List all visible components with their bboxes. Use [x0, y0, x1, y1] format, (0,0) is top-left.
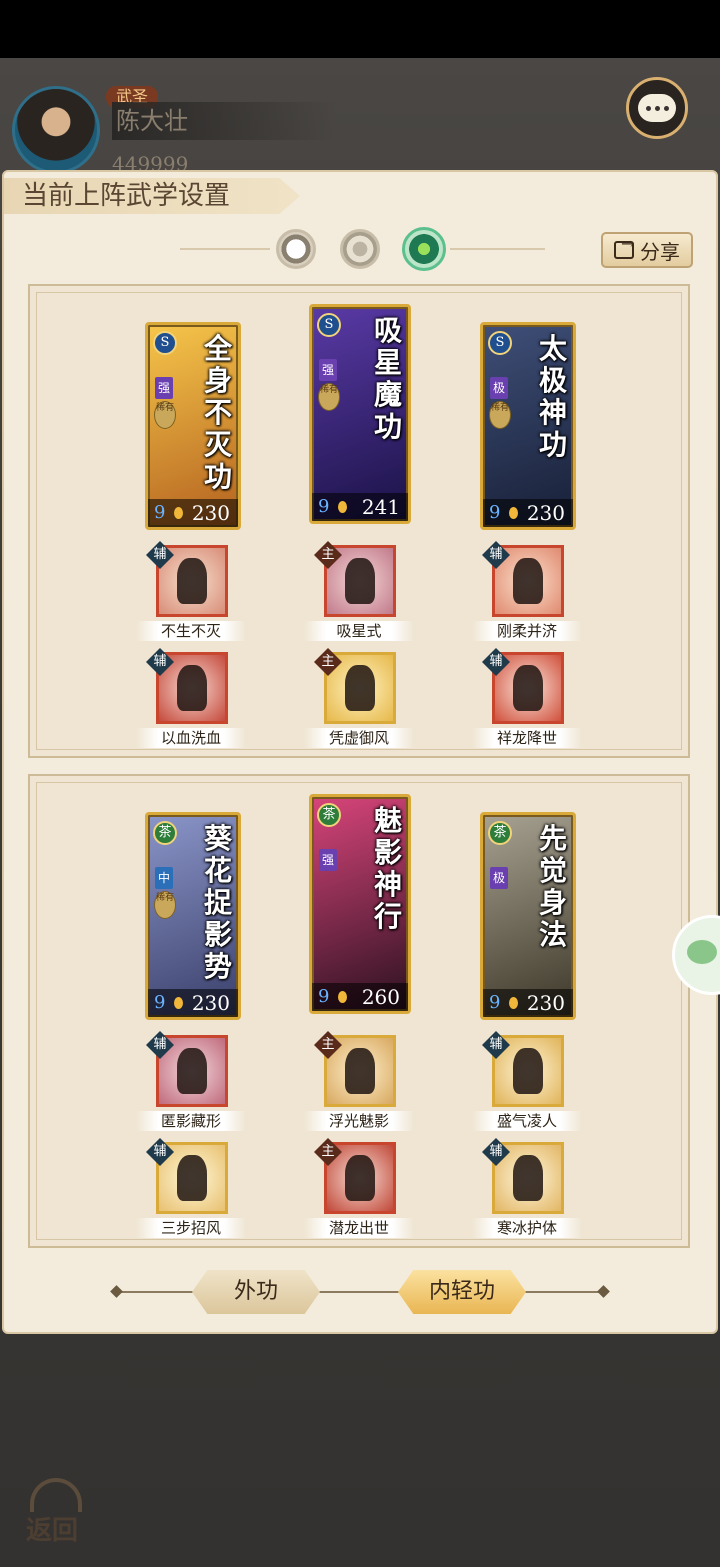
martial-card[interactable]: 茶 中 稀有 葵花捉影势 9 230	[145, 812, 241, 1020]
back-label: 返回	[26, 1516, 79, 1546]
skill-label: 吸星式	[304, 621, 414, 641]
divider-right	[450, 248, 545, 250]
rare-tag: 稀有	[489, 401, 511, 429]
card-name: 全身不灭功	[204, 332, 233, 493]
card-name: 葵花捉影势	[204, 822, 233, 983]
grade-tag: 中	[155, 867, 173, 889]
chat-bubble-icon	[638, 94, 676, 122]
skill-label: 以血洗血	[136, 728, 246, 748]
card-name: 先觉身法	[539, 822, 568, 951]
share-icon	[614, 234, 634, 259]
card-footer: 9 230	[148, 989, 238, 1017]
skill-slot[interactable]: 辅 盛气凌人	[472, 1031, 582, 1135]
panel-title: 当前上阵武学设置	[4, 178, 300, 214]
skill-label: 浮光魅影	[304, 1111, 414, 1131]
tab-inner[interactable]: 内轻功	[398, 1270, 526, 1314]
card-power: 230	[526, 991, 565, 1015]
skill-slot[interactable]: 主 潜龙出世	[304, 1138, 414, 1242]
skill-type-icon: 茶	[317, 803, 341, 827]
skill-label: 三步招风	[136, 1218, 246, 1238]
skill-slot[interactable]: 主 吸星式	[304, 541, 414, 645]
skill-type-icon: S	[317, 313, 341, 337]
skill-type-icon: 茶	[153, 821, 177, 845]
skill-label: 潜龙出世	[304, 1218, 414, 1238]
card-footer: 9 230	[483, 499, 573, 527]
skill-slot[interactable]: 辅 不生不灭	[136, 541, 246, 645]
card-name: 魅影神行	[374, 804, 403, 933]
chat-button[interactable]	[626, 77, 688, 139]
grade-tag: 强	[155, 377, 173, 399]
rare-tag: 稀有	[154, 891, 176, 919]
moon-icon[interactable]	[276, 229, 316, 269]
grade-tag: 强	[319, 849, 337, 871]
card-power: 230	[191, 501, 230, 525]
player-header: 武圣 陈大壮 449999	[8, 82, 368, 176]
card-power: 260	[361, 985, 400, 1009]
skill-type-icon: 茶	[488, 821, 512, 845]
sun-gear-icon[interactable]	[340, 229, 380, 269]
divider-left	[180, 248, 270, 250]
skill-type-icon: S	[153, 331, 177, 355]
skill-label: 盛气凌人	[472, 1111, 582, 1131]
skill-slot[interactable]: 辅 祥龙降世	[472, 648, 582, 752]
back-button[interactable]: 返回	[22, 1478, 92, 1546]
wechat-icon	[687, 940, 717, 964]
rare-tag: 稀有	[154, 401, 176, 429]
tab-outer[interactable]: 外功	[192, 1270, 320, 1314]
card-footer: 9 241	[312, 493, 408, 521]
grade-tag: 强	[319, 359, 337, 381]
share-button[interactable]: 分享	[601, 232, 693, 268]
skill-slot[interactable]: 主 浮光魅影	[304, 1031, 414, 1135]
share-label: 分享	[640, 239, 680, 264]
skill-slot[interactable]: 辅 匿影藏形	[136, 1031, 246, 1135]
skill-slot[interactable]: 辅 刚柔并济	[472, 541, 582, 645]
back-arrow-icon	[30, 1478, 82, 1512]
skill-slot[interactable]: 辅 以血洗血	[136, 648, 246, 752]
card-footer: 9 230	[148, 499, 238, 527]
skill-slot[interactable]: 主 凭虚御风	[304, 648, 414, 752]
card-footer: 9 230	[483, 989, 573, 1017]
card-name: 太极神功	[539, 332, 568, 461]
card-power: 230	[526, 501, 565, 525]
skill-slot[interactable]: 辅 三步招风	[136, 1138, 246, 1242]
martial-card[interactable]: S 强 稀有 全身不灭功 9 230	[145, 322, 241, 530]
martial-card[interactable]: S 极 稀有 太极神功 9 230	[480, 322, 576, 530]
skill-label: 凭虚御风	[304, 728, 414, 748]
martial-card[interactable]: 茶 极 先觉身法 9 230	[480, 812, 576, 1020]
green-moon-icon[interactable]	[402, 227, 446, 271]
skill-label: 不生不灭	[136, 621, 246, 641]
tab-divider	[116, 1291, 606, 1293]
skill-slot[interactable]: 辅 寒冰护体	[472, 1138, 582, 1242]
card-name: 吸星魔功	[374, 314, 403, 443]
skill-label: 刚柔并济	[472, 621, 582, 641]
skill-type-icon: S	[488, 331, 512, 355]
player-avatar[interactable]	[12, 86, 100, 174]
skill-label: 匿影藏形	[136, 1111, 246, 1131]
skill-label: 寒冰护体	[472, 1218, 582, 1238]
martial-card[interactable]: S 强 稀有 吸星魔功 9 241	[309, 304, 411, 524]
card-footer: 9 260	[312, 983, 408, 1011]
grade-tag: 极	[490, 377, 508, 399]
martial-card[interactable]: 茶 强 魅影神行 9 260	[309, 794, 411, 1014]
card-power: 241	[361, 495, 400, 519]
status-bar	[0, 0, 720, 58]
card-power: 230	[191, 991, 230, 1015]
player-name: 陈大壮	[112, 102, 336, 140]
grade-tag: 极	[490, 867, 508, 889]
skill-label: 祥龙降世	[472, 728, 582, 748]
rare-tag: 稀有	[318, 383, 340, 411]
